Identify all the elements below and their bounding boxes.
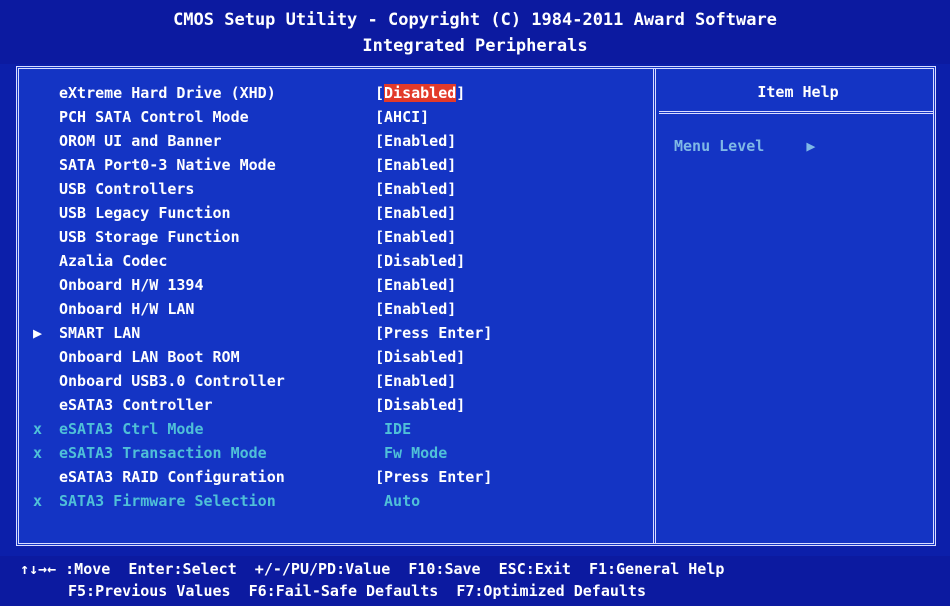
- setting-row[interactable]: eSATA3 Controller [Disabled]: [19, 393, 649, 417]
- setting-row[interactable]: eXtreme Hard Drive (XHD) [Disabled]: [19, 81, 649, 105]
- setting-value: Auto: [375, 492, 421, 510]
- setting-value[interactable]: [Enabled]: [375, 153, 456, 177]
- setting-label: eXtreme Hard Drive (XHD): [59, 84, 276, 102]
- setting-label: Onboard USB3.0 Controller: [59, 372, 285, 390]
- settings-frame: eXtreme Hard Drive (XHD) [Disabled] PCH SA…: [16, 66, 936, 546]
- setting-label: USB Controllers: [59, 180, 195, 198]
- setting-row[interactable]: Azalia Codec [Disabled]: [19, 249, 649, 273]
- menu-level-label: Menu Level: [674, 137, 765, 155]
- setting-row[interactable]: Onboard H/W 1394 [Enabled]: [19, 273, 649, 297]
- setting-label: eSATA3 Transaction Mode: [59, 444, 267, 462]
- setting-value[interactable]: [AHCI]: [375, 105, 429, 129]
- setting-value[interactable]: [Disabled]: [375, 249, 465, 273]
- help-separator: [659, 111, 934, 114]
- disabled-marker-icon: x: [33, 420, 43, 438]
- setting-value[interactable]: [Press Enter]: [375, 321, 492, 345]
- setting-row[interactable]: OROM UI and Banner [Enabled]: [19, 129, 649, 153]
- setting-label: Onboard LAN Boot ROM: [59, 348, 240, 366]
- key-help-bar: ↑↓→← :Move Enter:Select +/-/PU/PD:Value …: [0, 556, 950, 606]
- item-help-title: Item Help: [757, 83, 839, 101]
- setting-row[interactable]: Onboard LAN Boot ROM [Disabled]: [19, 345, 649, 369]
- setting-value: IDE: [375, 420, 412, 438]
- setting-row[interactable]: eSATA3 RAID Configuration [Press Enter]: [19, 465, 649, 489]
- setting-row[interactable]: PCH SATA Control Mode [AHCI]: [19, 105, 649, 129]
- setting-value[interactable]: [Enabled]: [375, 273, 456, 297]
- setting-label: USB Storage Function: [59, 228, 240, 246]
- menu-level: Menu Level ▶: [674, 137, 815, 155]
- setting-value[interactable]: [Disabled]: [375, 393, 465, 417]
- setting-value[interactable]: [Enabled]: [375, 297, 456, 321]
- setting-value: Fw Mode: [375, 444, 448, 462]
- setting-row[interactable]: SATA Port0-3 Native Mode [Enabled]: [19, 153, 649, 177]
- title-bar: CMOS Setup Utility - Copyright (C) 1984-…: [0, 0, 950, 64]
- key-help-line-1: ↑↓→← :Move Enter:Select +/-/PU/PD:Value …: [20, 560, 725, 578]
- panel-divider: [653, 69, 656, 543]
- setting-value[interactable]: [Disabled]: [375, 81, 465, 105]
- selected-value[interactable]: Disabled: [384, 84, 457, 102]
- setting-label: SATA3 Firmware Selection: [59, 492, 276, 510]
- setting-label: Onboard H/W 1394: [59, 276, 204, 294]
- setting-row: x SATA3 Firmware Selection Auto: [19, 489, 649, 513]
- submenu-arrow-icon: ▶: [33, 324, 43, 342]
- menu-level-arrow-icon: ▶: [806, 137, 816, 155]
- setting-label: eSATA3 Ctrl Mode: [59, 420, 204, 438]
- setting-row: x eSATA3 Ctrl Mode IDE: [19, 417, 649, 441]
- setting-row[interactable]: ▶ SMART LAN [Press Enter]: [19, 321, 649, 345]
- setting-value[interactable]: [Enabled]: [375, 129, 456, 153]
- setting-row[interactable]: USB Legacy Function [Enabled]: [19, 201, 649, 225]
- setting-label: Azalia Codec: [59, 252, 168, 270]
- setting-row: x eSATA3 Transaction Mode Fw Mode: [19, 441, 649, 465]
- setting-label: eSATA3 RAID Configuration: [59, 468, 285, 486]
- bracket-open: [: [375, 84, 385, 102]
- bracket-close: ]: [456, 84, 466, 102]
- setting-label: Onboard H/W LAN: [59, 300, 195, 318]
- setting-row[interactable]: Onboard H/W LAN [Enabled]: [19, 297, 649, 321]
- setting-row[interactable]: USB Storage Function [Enabled]: [19, 225, 649, 249]
- setting-row[interactable]: Onboard USB3.0 Controller [Enabled]: [19, 369, 649, 393]
- setting-label: USB Legacy Function: [59, 204, 231, 222]
- disabled-marker-icon: x: [33, 444, 43, 462]
- setting-label: OROM UI and Banner: [59, 132, 222, 150]
- page-title: Integrated Peripherals: [362, 36, 588, 56]
- setting-row[interactable]: USB Controllers [Enabled]: [19, 177, 649, 201]
- setting-label: SATA Port0-3 Native Mode: [59, 156, 276, 174]
- app-title: CMOS Setup Utility - Copyright (C) 1984-…: [173, 10, 777, 30]
- setting-label: eSATA3 Controller: [59, 396, 213, 414]
- setting-value[interactable]: [Enabled]: [375, 177, 456, 201]
- setting-value[interactable]: [Enabled]: [375, 369, 456, 393]
- setting-label: SMART LAN: [59, 324, 141, 342]
- setting-value[interactable]: [Press Enter]: [375, 465, 492, 489]
- setting-value[interactable]: [Disabled]: [375, 345, 465, 369]
- setting-value[interactable]: [Enabled]: [375, 225, 456, 249]
- key-help-line-2: F5:Previous Values F6:Fail-Safe Defaults…: [68, 582, 646, 600]
- disabled-marker-icon: x: [33, 492, 43, 510]
- setting-label: PCH SATA Control Mode: [59, 108, 249, 126]
- setting-value[interactable]: [Enabled]: [375, 201, 456, 225]
